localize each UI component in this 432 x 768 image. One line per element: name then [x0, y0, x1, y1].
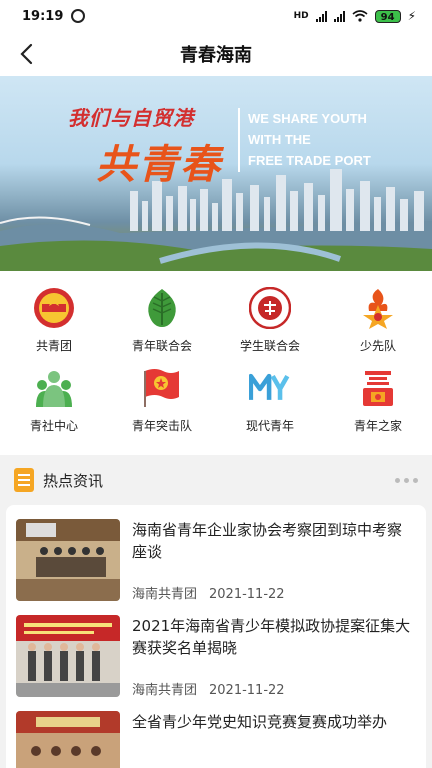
- news-title: 2021年海南省青少年模拟政协提案征集大赛获奖名单揭晓: [132, 617, 411, 657]
- news-item[interactable]: 海南省青年企业家协会考察团到琼中考察座谈 海南共青团 2021-11-22: [6, 505, 426, 602]
- news-source: 海南共青团: [132, 587, 198, 602]
- news-thumbnail: [16, 519, 120, 601]
- student-union-emblem-icon: [249, 287, 291, 329]
- youth-home-icon: [357, 367, 399, 409]
- section-title: 热点资讯: [43, 471, 104, 490]
- menu-item-label: 青年之家: [353, 419, 402, 433]
- nav-bar: 青春海南: [0, 32, 432, 76]
- menu-item-label: 学生联合会: [239, 339, 300, 353]
- chevron-left-icon: [20, 43, 33, 65]
- news-thumbnail: [16, 615, 120, 697]
- banner-divider: [238, 108, 240, 172]
- menu-item-youth-center[interactable]: 青社中心: [0, 367, 108, 447]
- banner[interactable]: 我们与自贸港 共青春 WE SHARE YOUTH WITH THE FREE …: [0, 76, 432, 271]
- menu-item-label: 现代青年: [245, 419, 294, 433]
- menu-item-label: 青年突击队: [131, 419, 192, 433]
- news-source: 海南共青团: [132, 683, 198, 698]
- menu-item-label: 共青团: [35, 339, 72, 353]
- news-meta: 海南共青团 2021-11-22: [132, 583, 285, 602]
- back-button[interactable]: [12, 40, 40, 68]
- banner-en-line-3: FREE TRADE PORT: [248, 153, 371, 168]
- news-date: 2021-11-22: [209, 683, 285, 698]
- status-icons: HD 94 ⚡: [294, 9, 416, 23]
- banner-slogan-cn-large: 共青春: [96, 142, 222, 188]
- news-list: 海南省青年企业家协会考察团到琼中考察座谈 海南共青团 2021-11-22 202…: [6, 505, 426, 768]
- green-leaf-icon: [141, 287, 183, 329]
- banner-slogan-cn: 我们与自贸港: [68, 106, 194, 130]
- page-title: 青春海南: [180, 45, 252, 66]
- banner-en-line-2: WITH THE: [248, 132, 311, 147]
- people-group-icon: [33, 367, 75, 409]
- news-title: 全省青少年党史知识竞赛复赛成功举办: [132, 713, 388, 731]
- menu-item-youth-league[interactable]: 共青团: [0, 287, 108, 367]
- category-grid: 共青团 青年联合会 学生联合会 少先队 青社中心 青年突击队 现代青年 青年之家: [0, 271, 432, 455]
- news-date: 2021-11-22: [209, 587, 285, 602]
- alarm-icon: [71, 9, 86, 23]
- menu-item-youth-commando[interactable]: 青年突击队: [108, 367, 216, 447]
- status-bar: 19:19 HD 94 ⚡: [0, 0, 432, 32]
- menu-item-youth-federation[interactable]: 青年联合会: [108, 287, 216, 367]
- news-item[interactable]: 2021年海南省青少年模拟政协提案征集大赛获奖名单揭晓 海南共青团 2021-11…: [6, 601, 426, 698]
- banner-slogan-en: WE SHARE YOUTH WITH THE FREE TRADE PORT: [248, 108, 371, 171]
- news-title: 海南省青年企业家协会考察团到琼中考察座谈: [132, 521, 403, 561]
- banner-en-line-1: WE SHARE YOUTH: [248, 111, 367, 126]
- news-list-icon: [14, 468, 34, 492]
- signal-icon: [315, 10, 327, 22]
- menu-item-label: 少先队: [359, 339, 396, 353]
- young-pioneers-icon: [357, 287, 399, 329]
- wifi-icon: [352, 10, 368, 22]
- status-time: 19:19: [22, 8, 64, 24]
- network-type-label: HD: [293, 11, 309, 21]
- red-flag-icon: [141, 367, 183, 409]
- charging-icon: ⚡: [407, 9, 416, 23]
- menu-item-student-union[interactable]: 学生联合会: [216, 287, 324, 367]
- youth-league-emblem-icon: [33, 287, 75, 329]
- more-options-icon[interactable]: [395, 477, 418, 483]
- menu-item-modern-youth[interactable]: 现代青年: [216, 367, 324, 447]
- menu-item-label: 青年联合会: [131, 339, 192, 353]
- battery-icon: 94: [374, 9, 401, 23]
- news-meta: 海南共青团 2021-11-22: [132, 679, 285, 698]
- hot-news-header: 热点资讯: [0, 455, 432, 505]
- menu-item-young-pioneers[interactable]: 少先队: [324, 287, 432, 367]
- menu-item-label: 青社中心: [29, 419, 78, 433]
- my-logo-icon: [249, 367, 291, 409]
- signal-2-icon: [333, 10, 345, 22]
- menu-item-youth-home[interactable]: 青年之家: [324, 367, 432, 447]
- news-thumbnail: [16, 711, 120, 768]
- news-item[interactable]: 全省青少年党史知识竞赛复赛成功举办: [6, 697, 426, 768]
